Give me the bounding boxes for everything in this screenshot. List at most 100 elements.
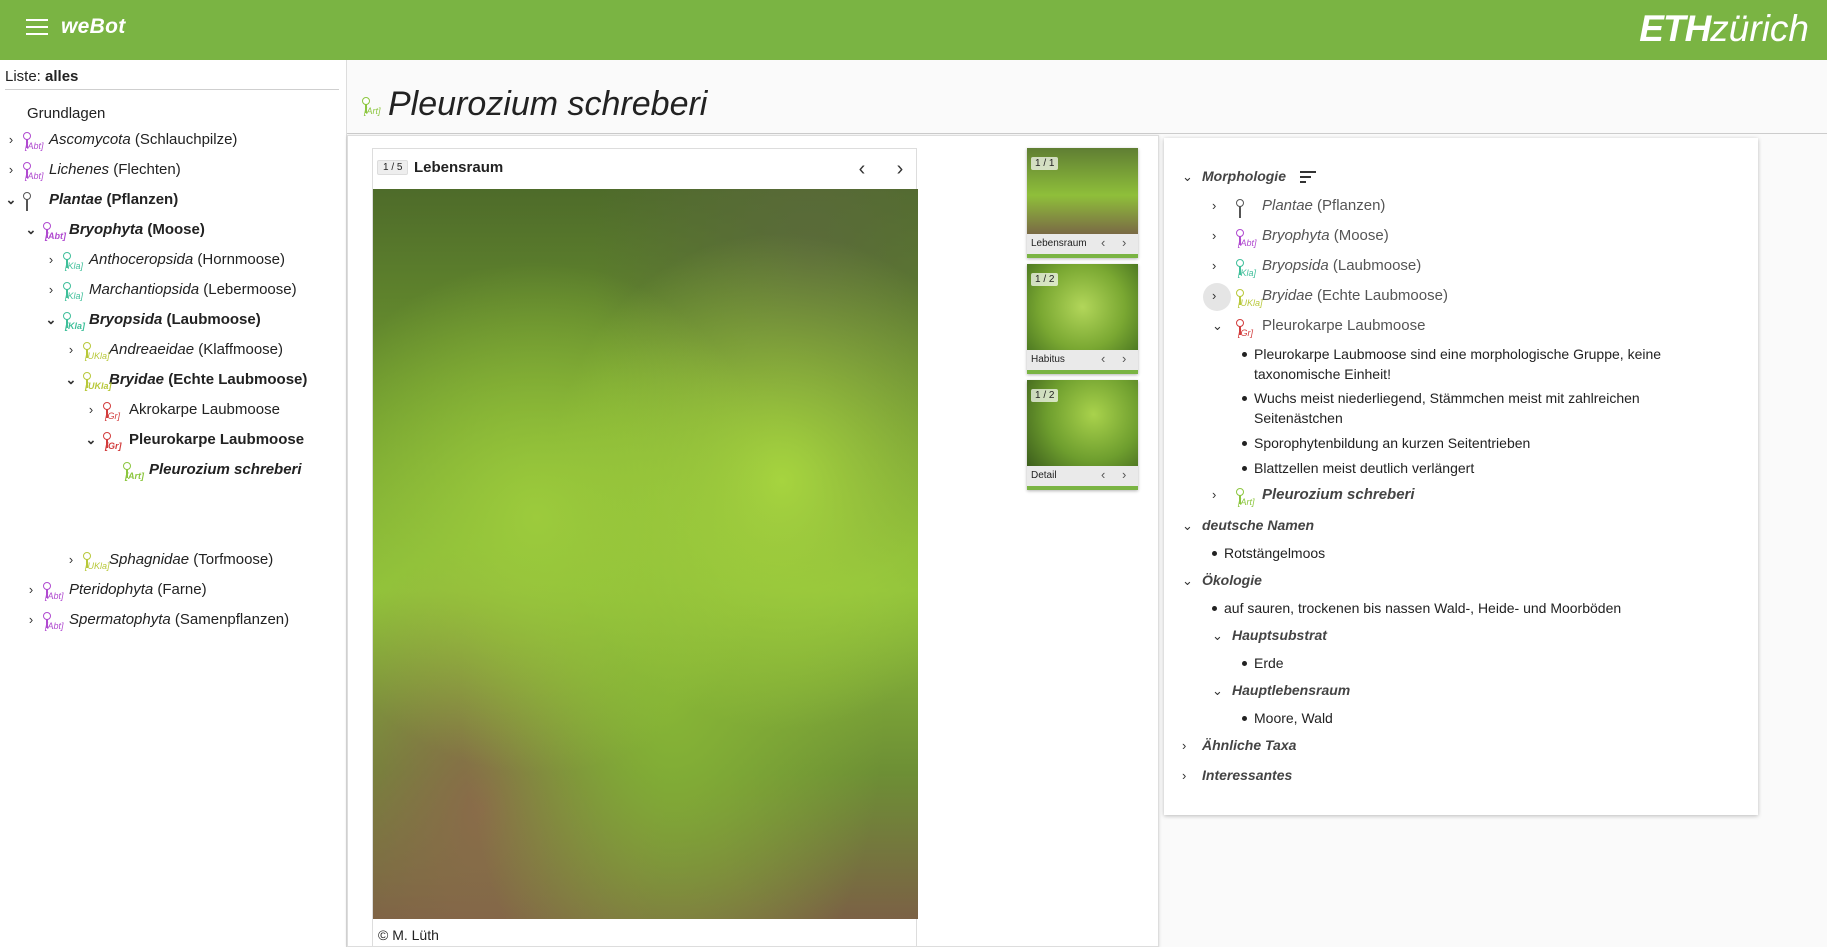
chevron-right-icon[interactable]: › [1182, 765, 1202, 787]
section-morphologie[interactable]: ⌄ Morphologie [1182, 165, 1317, 188]
chevron-right-icon[interactable]: › [63, 338, 79, 362]
taxon-rank-icon [1232, 195, 1262, 219]
bullet [1242, 661, 1247, 666]
sidebar-item-bryophyta[interactable]: ⌄ [Abt] Bryophyta (Moose) [23, 218, 205, 242]
sidebar-item-grundlagen[interactable]: Grundlagen [27, 102, 105, 126]
taxon-rank-icon: [UKla] [79, 368, 112, 392]
taxon-rank-icon: [UKla] [79, 548, 110, 572]
bullet [1212, 606, 1217, 611]
chevron-right-icon[interactable]: › [43, 248, 59, 272]
sidebar-item-pleurozium-schreberi[interactable]: [Art] Pleurozium schreberi [119, 458, 302, 482]
chevron-right-icon[interactable]: › [1122, 235, 1126, 250]
chevron-right-icon[interactable]: › [1212, 484, 1232, 506]
chevron-down-icon[interactable]: ⌄ [1212, 680, 1232, 702]
sidebar-item-plantae[interactable]: ⌄ Plantae (Pflanzen) [3, 188, 178, 212]
deutsche-namen-item: Rotstängelmoos [1224, 545, 1326, 561]
path-pleurozium[interactable]: › [Art] Pleurozium schreberi [1212, 484, 1415, 508]
sidebar-item-akrokarpe[interactable]: › [Gr] Akrokarpe Laubmoose [83, 398, 280, 422]
chevron-down-icon[interactable]: ⌄ [1182, 166, 1202, 188]
hauptlebensraum-item: Moore, Wald [1254, 710, 1333, 726]
chevron-right-icon[interactable]: › [3, 128, 19, 152]
chevron-right-icon[interactable]: › [1122, 467, 1126, 482]
bullet [1242, 352, 1247, 357]
eth-logo[interactable]: ETHzürich [1639, 8, 1809, 50]
photo-credit: © M. Lüth [378, 927, 439, 943]
chevron-down-icon[interactable]: ⌄ [1212, 625, 1232, 647]
gallery-toolbar: 1 / 5 Lebensraum ‹ › [373, 149, 918, 189]
menu-icon[interactable] [26, 19, 48, 37]
path-bryopsida[interactable]: › [Kla] Bryopsida (Laubmoose) [1212, 255, 1421, 279]
sidebar-item-bryidae[interactable]: ⌄ [UKla] Bryidae (Echte Laubmoose) [63, 368, 308, 392]
chevron-right-icon[interactable]: › [3, 158, 19, 182]
taxon-rank-icon: [Gr] [1232, 315, 1262, 339]
sidebar-item-sphagnidae[interactable]: › [UKla] Sphagnidae (Torfmoose) [63, 548, 273, 572]
chevron-right-icon[interactable]: › [1182, 735, 1202, 757]
sidebar-item-pteridophyta[interactable]: › [Abt] Pteridophyta (Farne) [23, 578, 207, 602]
chevron-right-icon[interactable]: › [23, 578, 39, 602]
chevron-right-icon[interactable]: › [1212, 255, 1232, 277]
chevron-down-icon[interactable]: ⌄ [83, 428, 99, 452]
thumbnail-lebensraum[interactable]: 1 / 1 Lebensraum ‹ › [1027, 148, 1138, 258]
chevron-right-icon[interactable]: › [1122, 351, 1126, 366]
sidebar-item-ascomycota[interactable]: › [Abt] Ascomycota (Schlauchpilze) [3, 128, 238, 152]
chevron-down-icon[interactable]: ⌄ [63, 368, 79, 392]
path-bryidae[interactable]: › [UKla] Bryidae (Echte Laubmoose) [1212, 285, 1448, 309]
taxon-rank-icon: [Abt] [39, 218, 69, 242]
thumbnail-detail[interactable]: 1 / 2 Detail ‹ › [1027, 380, 1138, 490]
chevron-right-icon[interactable]: › [1212, 225, 1232, 247]
sidebar-item-marchantiopsida[interactable]: › [Kla] Marchantiopsida (Lebermoose) [43, 278, 297, 302]
chevron-right-icon[interactable]: › [1212, 195, 1232, 217]
section-hauptsubstrat[interactable]: ⌄ Hauptsubstrat [1212, 624, 1327, 647]
taxon-rank-icon: [Abt] [1232, 225, 1262, 249]
section-deutsche-namen[interactable]: ⌄ deutsche Namen [1182, 514, 1314, 537]
habitat-photo[interactable] [373, 189, 918, 919]
sidebar-item-lichenes[interactable]: › [Abt] Lichenes (Flechten) [3, 158, 181, 182]
taxon-rank-icon: [UKla] [1232, 285, 1263, 309]
section-aehnliche-taxa[interactable]: › Ähnliche Taxa [1182, 734, 1296, 757]
hauptsubstrat-item: Erde [1254, 655, 1284, 671]
chevron-down-icon[interactable]: ⌄ [23, 218, 39, 242]
sidebar-item-bryopsida[interactable]: ⌄ [Kla] Bryopsida (Laubmoose) [43, 308, 261, 332]
taxon-rank-icon: [Art] [119, 458, 149, 482]
chevron-right-icon[interactable]: › [23, 608, 39, 632]
chevron-right-icon[interactable]: › [63, 548, 79, 572]
chevron-right-icon[interactable]: › [83, 398, 99, 422]
thumbnail-habitus[interactable]: 1 / 2 Habitus ‹ › [1027, 264, 1138, 374]
taxon-rank-icon: [Kla] [59, 308, 89, 332]
taxon-rank-icon: [Kla] [1232, 255, 1262, 279]
taxon-rank-icon: [Abt] [39, 578, 69, 602]
page-title: Pleurozium schreberi [388, 85, 708, 123]
section-oekologie[interactable]: ⌄ Ökologie [1182, 569, 1262, 592]
chevron-down-icon[interactable]: ⌄ [1182, 570, 1202, 592]
bullet [1242, 396, 1247, 401]
taxon-rank-icon: [Art] [358, 93, 388, 117]
chevron-right-icon[interactable]: › [888, 157, 912, 181]
section-hauptlebensraum[interactable]: ⌄ Hauptlebensraum [1212, 679, 1350, 702]
chevron-down-icon[interactable]: ⌄ [3, 188, 19, 212]
chevron-down-icon[interactable]: ⌄ [1182, 515, 1202, 537]
sidebar-item-andreaeidae[interactable]: › [UKla] Andreaeidae (Klaffmoose) [63, 338, 283, 362]
chevron-left-icon[interactable]: ‹ [1101, 235, 1105, 250]
chevron-right-icon[interactable]: › [1212, 285, 1232, 307]
morph-text-1: Pleurokarpe Laubmoose sind eine morpholo… [1254, 346, 1662, 382]
app-title: weBot [61, 15, 126, 38]
sidebar-item-spermatophyta[interactable]: › [Abt] Spermatophyta (Samenpflanzen) [23, 608, 289, 632]
path-pleurokarpe[interactable]: ⌄ [Gr] Pleurokarpe Laubmoose [1212, 315, 1425, 339]
taxon-rank-icon [19, 188, 49, 212]
sidebar-item-pleurokarpe[interactable]: ⌄ [Gr] Pleurokarpe Laubmoose [83, 428, 305, 452]
chevron-down-icon[interactable]: ⌄ [1212, 315, 1232, 337]
list-filter[interactable]: Liste: alles [5, 68, 339, 90]
path-bryophyta[interactable]: › [Abt] Bryophyta (Moose) [1212, 225, 1389, 249]
chevron-left-icon[interactable]: ‹ [1101, 351, 1105, 366]
taxon-rank-icon: [Abt] [19, 128, 49, 152]
chevron-right-icon[interactable]: › [43, 278, 59, 302]
sidebar-item-anthoceropsida[interactable]: › [Kla] Anthoceropsida (Hornmoose) [43, 248, 285, 272]
path-plantae[interactable]: › Plantae (Pflanzen) [1212, 195, 1385, 219]
title-divider [347, 133, 1827, 134]
taxon-rank-icon: [Gr] [99, 428, 129, 452]
chevron-left-icon[interactable]: ‹ [850, 157, 874, 181]
chevron-left-icon[interactable]: ‹ [1101, 467, 1105, 482]
sort-icon[interactable] [1300, 171, 1317, 184]
chevron-down-icon[interactable]: ⌄ [43, 308, 59, 332]
section-interessantes[interactable]: › Interessantes [1182, 764, 1292, 787]
